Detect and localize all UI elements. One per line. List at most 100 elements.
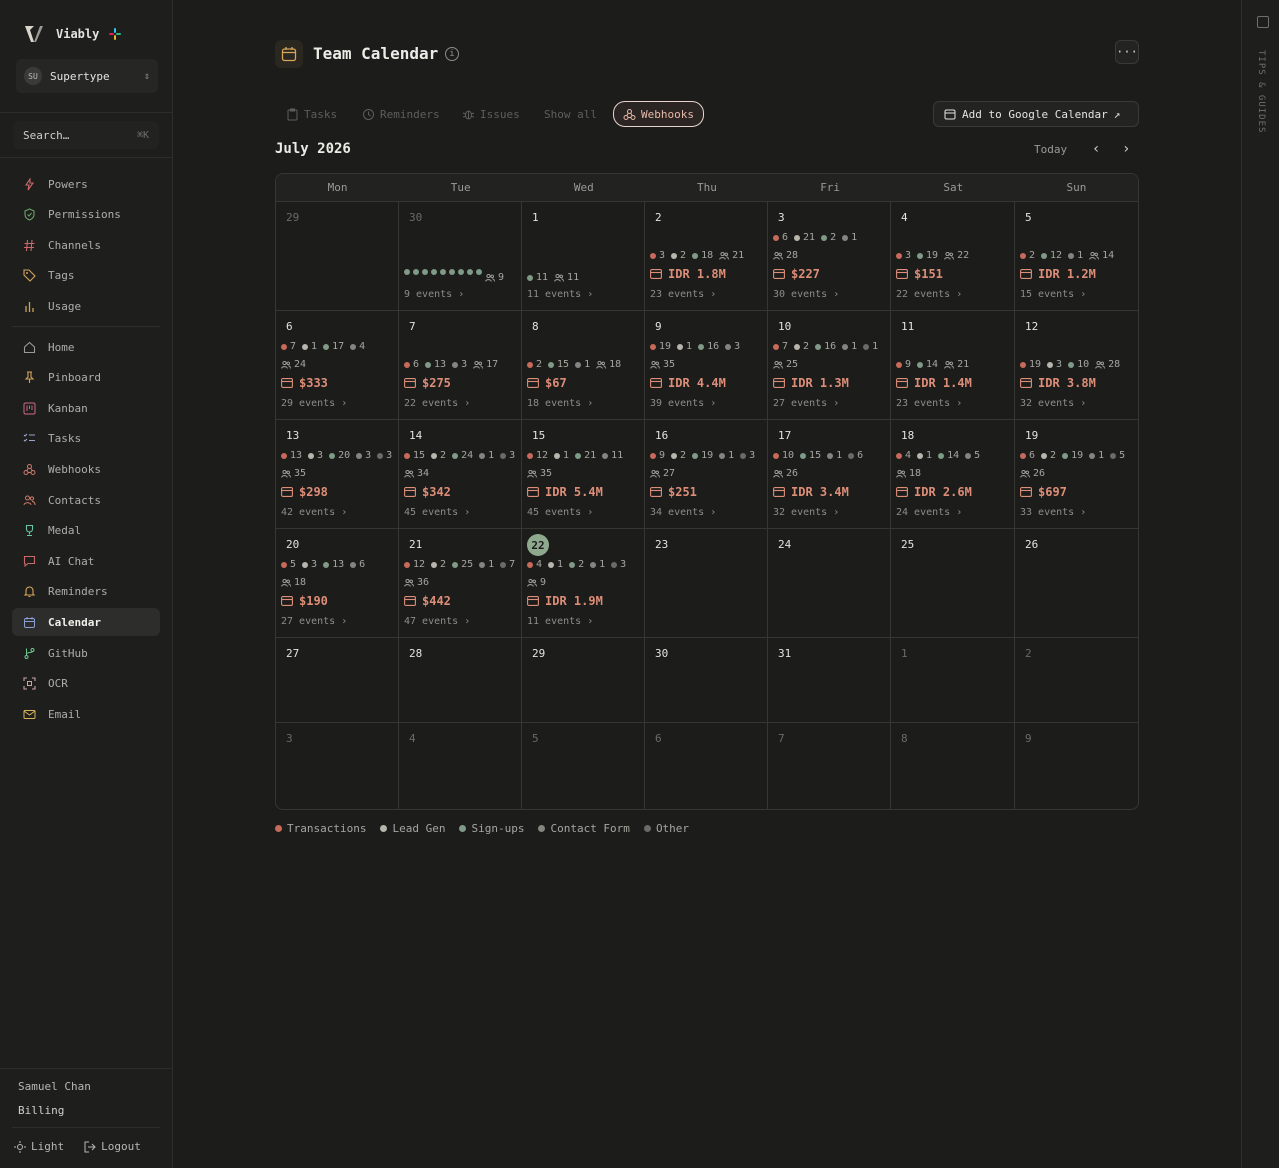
day-cell[interactable]: 16 9 2 19 1 3 27 $251 34 events ›	[645, 420, 768, 529]
day-cell[interactable]: 2	[1015, 638, 1138, 723]
events-link[interactable]: 32 events ›	[773, 507, 839, 518]
add-to-google-calendar-button[interactable]: Add to Google Calendar ↗	[933, 101, 1139, 127]
events-link[interactable]: 45 events ›	[527, 507, 593, 518]
events-link[interactable]: 23 events ›	[896, 398, 962, 409]
day-cell[interactable]: 30 9 9 events ›	[399, 202, 522, 311]
day-cell[interactable]: 29	[276, 202, 399, 311]
day-cell[interactable]: 1 11 11 11 events ›	[522, 202, 645, 311]
filter-show-all[interactable]: Show all	[544, 103, 597, 125]
sidebar-item-webhooks[interactable]: Webhooks	[12, 455, 160, 483]
events-link[interactable]: 15 events ›	[1020, 289, 1086, 300]
day-cell[interactable]: 8	[891, 723, 1015, 809]
events-link[interactable]: 11 events ›	[527, 289, 593, 300]
events-link[interactable]: 33 events ›	[1020, 507, 1086, 518]
day-cell[interactable]: 30	[645, 638, 768, 723]
sidebar-item-email[interactable]: Email	[12, 700, 160, 728]
day-cell[interactable]: 4 3 19 22 $151 22 events ›	[891, 202, 1015, 311]
sidebar-item-contacts[interactable]: Contacts	[12, 486, 160, 514]
day-cell[interactable]: 9	[1015, 723, 1138, 809]
day-cell[interactable]: 15 12 1 21 11 35 IDR 5.4M 45 events ›	[522, 420, 645, 529]
info-icon[interactable]: i	[445, 47, 459, 61]
panel-toggle-icon[interactable]	[1257, 16, 1269, 28]
day-cell[interactable]: 13 13 3 20 3 3 35 $298 42 events ›	[276, 420, 399, 529]
day-cell[interactable]: 11 9 14 21 IDR 1.4M 23 events ›	[891, 311, 1015, 420]
events-link[interactable]: 42 events ›	[281, 507, 347, 518]
filter-reminders[interactable]: Reminders	[362, 103, 440, 125]
filter-tasks[interactable]: Tasks	[286, 103, 337, 125]
sidebar-item-channels[interactable]: Channels	[12, 231, 160, 259]
day-cell[interactable]: 3 6 21 2 1 28 $227 30 events ›	[768, 202, 891, 311]
search-input[interactable]: Search… ⌘K	[13, 121, 159, 149]
day-cell[interactable]: 12 19 3 10 28 IDR 3.8M 32 events ›	[1015, 311, 1138, 420]
sidebar-item-calendar[interactable]: Calendar	[12, 608, 160, 637]
sidebar-item-reminders[interactable]: Reminders	[12, 578, 160, 606]
day-cell[interactable]: 5	[522, 723, 645, 809]
day-cell[interactable]: 14 15 2 24 1 3 34 $342 45 events ›	[399, 420, 522, 529]
events-link[interactable]: 30 events ›	[773, 289, 839, 300]
billing-link[interactable]: Billing	[18, 1104, 64, 1117]
day-cell[interactable]: 26	[1015, 529, 1138, 638]
day-cell[interactable]: 25	[891, 529, 1015, 638]
filter-webhooks[interactable]: Webhooks	[613, 101, 704, 127]
day-cell[interactable]: 6 7 1 17 4 24 $333 29 events ›	[276, 311, 399, 420]
day-cell[interactable]: 19 6 2 19 1 5 26 $697 33 events ›	[1015, 420, 1138, 529]
day-cell[interactable]: 2 3 2 18 21 IDR 1.8M 23 events ›	[645, 202, 768, 311]
day-cell[interactable]: 6	[645, 723, 768, 809]
day-cell[interactable]: 10 7 2 16 1 1 25 IDR 1.3M 27 events ›	[768, 311, 891, 420]
events-link[interactable]: 27 events ›	[281, 616, 347, 627]
chevron-right-icon[interactable]: ›	[1122, 141, 1130, 157]
sidebar-item-permissions[interactable]: Permissions	[12, 201, 160, 229]
day-cell[interactable]: 22 4 1 2 1 3 9 IDR 1.9M 11 events ›	[522, 529, 645, 638]
tips-guides-label[interactable]: TIPS & GUIDES	[1256, 50, 1266, 133]
sidebar-item-usage[interactable]: Usage	[12, 292, 160, 320]
day-cell[interactable]: 7	[768, 723, 891, 809]
sidebar-item-ocr[interactable]: OCR	[12, 670, 160, 698]
sidebar-item-kanban[interactable]: Kanban	[12, 394, 160, 422]
day-cell[interactable]: 5 2 12 1 14 IDR 1.2M 15 events ›	[1015, 202, 1138, 311]
day-cell[interactable]: 24	[768, 529, 891, 638]
events-link[interactable]: 39 events ›	[650, 398, 716, 409]
events-link[interactable]: 9 events ›	[404, 289, 464, 300]
events-link[interactable]: 11 events ›	[527, 616, 593, 627]
day-cell[interactable]: 27	[276, 638, 399, 723]
sidebar-item-tasks[interactable]: Tasks	[12, 425, 160, 453]
events-link[interactable]: 24 events ›	[896, 507, 962, 518]
events-link[interactable]: 32 events ›	[1020, 398, 1086, 409]
events-link[interactable]: 27 events ›	[773, 398, 839, 409]
events-link[interactable]: 29 events ›	[281, 398, 347, 409]
sidebar-item-tags[interactable]: Tags	[12, 262, 160, 290]
sidebar-item-medal[interactable]: Medal	[12, 517, 160, 545]
day-cell[interactable]: 31	[768, 638, 891, 723]
events-link[interactable]: 45 events ›	[404, 507, 470, 518]
sidebar-item-home[interactable]: Home	[12, 333, 160, 361]
workspace-switcher[interactable]: SU Supertype ⇕	[16, 59, 158, 93]
day-cell[interactable]: 23	[645, 529, 768, 638]
day-cell[interactable]: 21 12 2 25 1 7 36 $442 47 events ›	[399, 529, 522, 638]
day-cell[interactable]: 29	[522, 638, 645, 723]
day-cell[interactable]: 18 4 1 14 5 18 IDR 2.6M 24 events ›	[891, 420, 1015, 529]
events-link[interactable]: 47 events ›	[404, 616, 470, 627]
events-link[interactable]: 22 events ›	[404, 398, 470, 409]
day-cell[interactable]: 7 6 13 3 17 $275 22 events ›	[399, 311, 522, 420]
sidebar-item-powers[interactable]: Powers	[12, 170, 160, 198]
today-button[interactable]: Today	[1034, 143, 1067, 156]
day-cell[interactable]: 28	[399, 638, 522, 723]
brand[interactable]: Viably	[22, 22, 122, 46]
day-cell[interactable]: 1	[891, 638, 1015, 723]
events-link[interactable]: 34 events ›	[650, 507, 716, 518]
more-options-button[interactable]: ···	[1115, 40, 1139, 64]
filter-issues[interactable]: Issues	[462, 103, 520, 125]
day-cell[interactable]: 4	[399, 723, 522, 809]
day-cell[interactable]: 3	[276, 723, 399, 809]
day-cell[interactable]: 17 10 15 1 6 26 IDR 3.4M 32 events ›	[768, 420, 891, 529]
sidebar-item-github[interactable]: GitHub	[12, 639, 160, 667]
logout-button[interactable]: Logout	[84, 1140, 141, 1153]
day-cell[interactable]: 8 2 15 1 18 $67 18 events ›	[522, 311, 645, 420]
user-name[interactable]: Samuel Chan	[18, 1080, 91, 1093]
events-link[interactable]: 18 events ›	[527, 398, 593, 409]
events-link[interactable]: 23 events ›	[650, 289, 716, 300]
light-theme-button[interactable]: Light	[14, 1140, 64, 1153]
events-link[interactable]: 22 events ›	[896, 289, 962, 300]
sidebar-item-pinboard[interactable]: Pinboard	[12, 364, 160, 392]
day-cell[interactable]: 9 19 1 16 3 35 IDR 4.4M 39 events ›	[645, 311, 768, 420]
